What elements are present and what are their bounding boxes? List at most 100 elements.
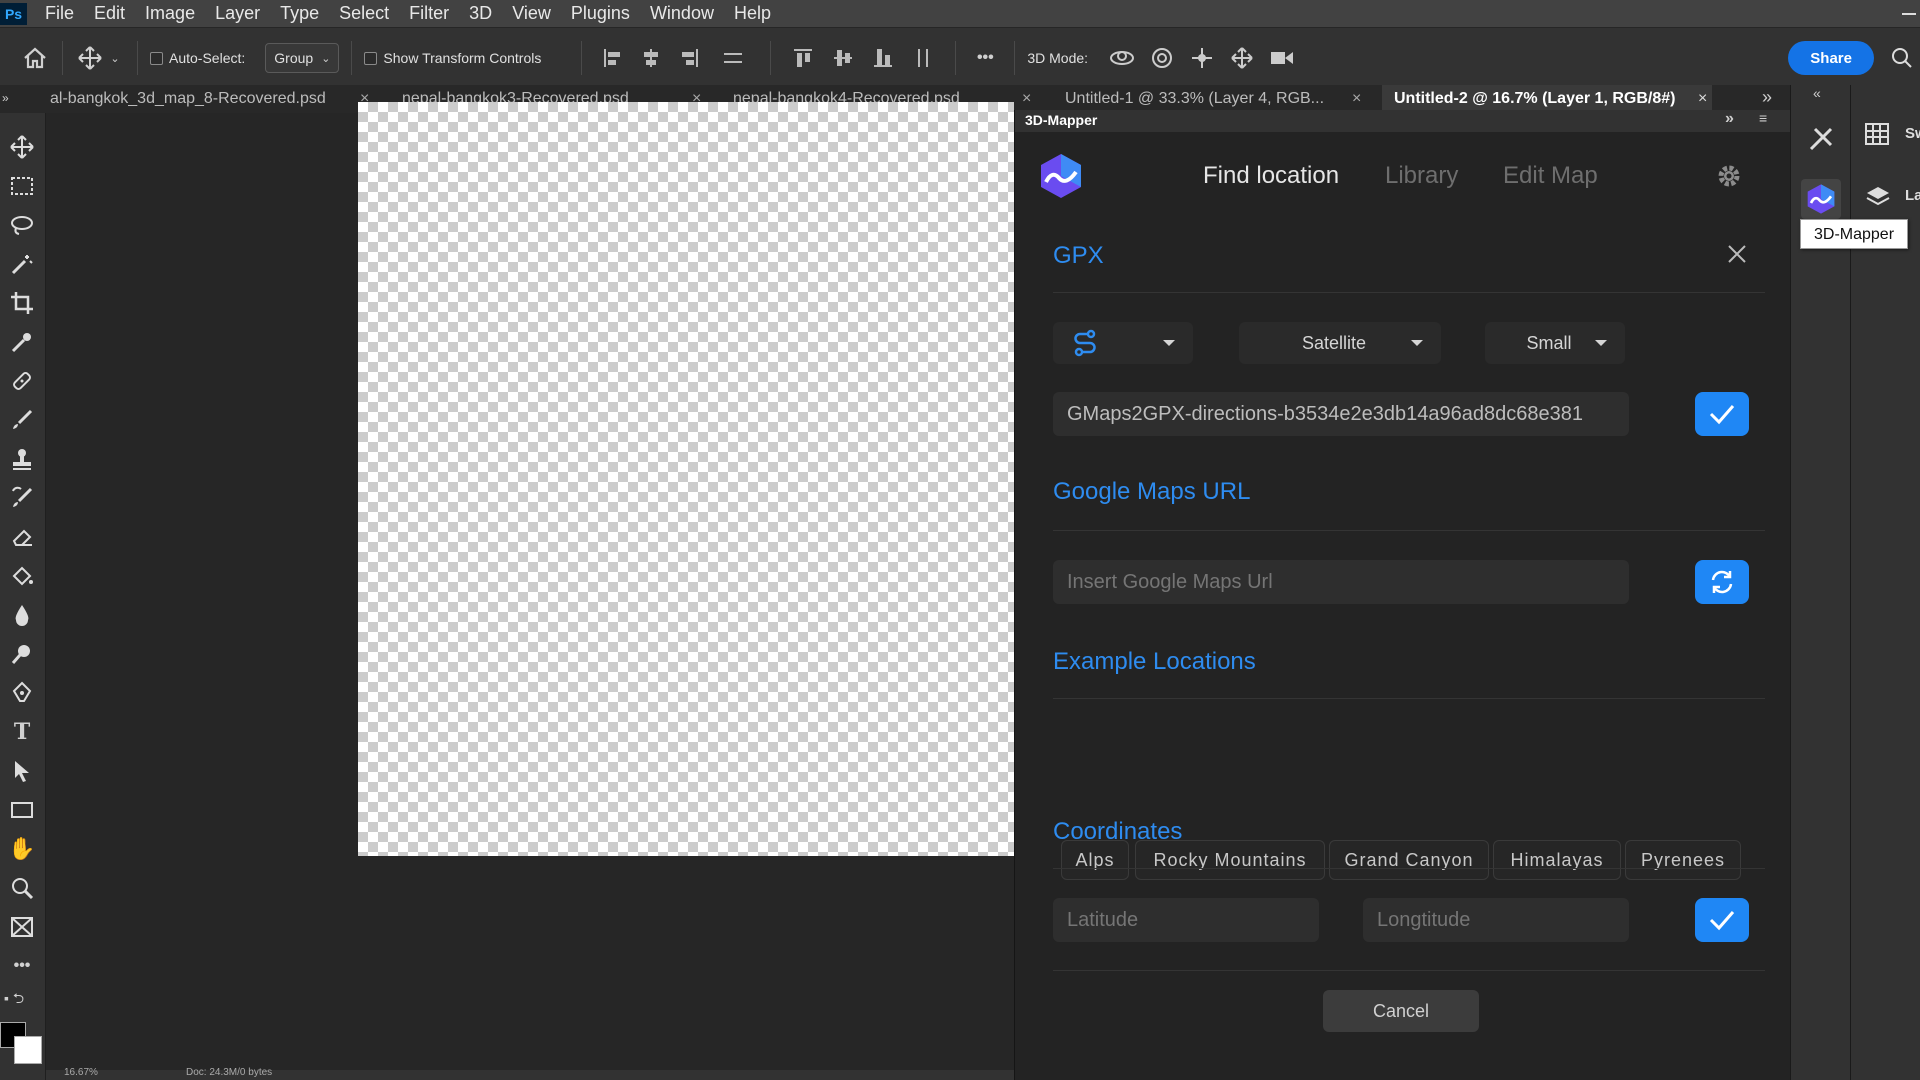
pen-tool-icon[interactable] — [6, 677, 38, 709]
panel-menu-icon[interactable]: ≡ — [1759, 110, 1767, 126]
align-left-icon[interactable] — [594, 47, 632, 69]
route-icon — [1071, 329, 1099, 357]
tab-doc-active[interactable]: Untitled-2 @ 16.7% (Layer 1, RGB/8#) — [1382, 85, 1712, 113]
3d-mapper-dock-icon[interactable] — [1801, 179, 1841, 219]
close-icon[interactable]: × — [1352, 85, 1361, 113]
path-selection-tool-icon[interactable] — [6, 755, 38, 787]
swatches-label[interactable]: Sw — [1905, 125, 1920, 142]
blur-tool-icon[interactable] — [6, 599, 38, 631]
close-icon[interactable]: × — [1698, 85, 1707, 113]
route-type-dropdown[interactable] — [1053, 322, 1193, 364]
distribute-horizontal-icon[interactable] — [708, 47, 758, 69]
brush-tool-icon[interactable] — [6, 404, 38, 436]
move-tool-icon[interactable] — [75, 45, 105, 71]
dock-collapse-icon[interactable]: « — [1813, 85, 1821, 101]
tabs-overflow-icon[interactable]: » — [1762, 87, 1772, 108]
auto-select-group-dropdown[interactable]: Group ⌄ — [265, 43, 340, 73]
minimize-icon[interactable] — [1902, 12, 1916, 15]
search-icon[interactable] — [1884, 47, 1920, 69]
tab-doc-1[interactable]: al-bangkok_3d_map_8-Recovered.psd — [50, 85, 350, 113]
example-chip-rocky-mountains[interactable]: Rocky Mountains — [1135, 840, 1325, 880]
example-chip-pyrenees[interactable]: Pyrenees — [1625, 840, 1741, 880]
move-tool-icon[interactable] — [6, 131, 38, 163]
layers-icon[interactable] — [1865, 185, 1891, 209]
chevron-down-icon: ⌄ — [321, 52, 331, 65]
dodge-tool-icon[interactable] — [6, 638, 38, 670]
type-tool-icon[interactable]: T — [6, 716, 38, 748]
swap-colors-icon[interactable]: ▪ ⮌ — [0, 990, 46, 1010]
slide-3d-icon[interactable] — [1222, 46, 1262, 70]
latitude-input[interactable] — [1053, 898, 1319, 942]
example-chip-himalayas[interactable]: Himalayas — [1493, 840, 1621, 880]
eyedropper-tool-icon[interactable] — [6, 326, 38, 358]
menu-type[interactable]: Type — [270, 0, 329, 27]
cancel-button[interactable]: Cancel — [1323, 990, 1479, 1032]
tab-edit-map[interactable]: Edit Map — [1503, 162, 1598, 190]
google-maps-url-input[interactable] — [1053, 560, 1629, 604]
align-top-icon[interactable] — [783, 47, 823, 69]
example-chip-grand-canyon[interactable]: Grand Canyon — [1329, 840, 1489, 880]
gear-icon[interactable] — [1715, 162, 1743, 190]
chevron-down-icon[interactable]: ⌄ — [105, 52, 125, 65]
hand-tool-icon[interactable]: ✋ — [6, 833, 38, 865]
gpx-file-field[interactable]: GMaps2GPX-directions-b3534e2e3db14a96ad8… — [1053, 392, 1629, 436]
tab-doc-4[interactable]: Untitled-1 @ 33.3% (Layer 4, RGB... — [1065, 85, 1345, 113]
coordinates-confirm-button[interactable] — [1695, 898, 1749, 942]
lasso-tool-icon[interactable] — [6, 209, 38, 241]
home-icon[interactable] — [20, 46, 50, 70]
healing-brush-tool-icon[interactable] — [6, 365, 38, 397]
menu-filter[interactable]: Filter — [399, 0, 459, 27]
menu-layer[interactable]: Layer — [205, 0, 270, 27]
panel-collapse-icon[interactable]: » — [1725, 110, 1734, 128]
menu-help[interactable]: Help — [724, 0, 781, 27]
eraser-tool-icon[interactable] — [6, 521, 38, 553]
roll-3d-icon[interactable] — [1142, 46, 1182, 70]
size-dropdown[interactable]: Small — [1485, 322, 1625, 364]
align-right-icon[interactable] — [670, 47, 708, 69]
auto-select-checkbox[interactable] — [150, 51, 163, 65]
refresh-button[interactable] — [1695, 560, 1749, 604]
marquee-tool-icon[interactable] — [6, 170, 38, 202]
close-icon[interactable] — [1725, 242, 1749, 266]
crop-tool-icon[interactable] — [6, 287, 38, 319]
zoom-tool-icon[interactable] — [6, 872, 38, 904]
magic-wand-tool-icon[interactable] — [6, 248, 38, 280]
camera-3d-icon[interactable] — [1262, 48, 1302, 68]
background-color-swatch[interactable] — [14, 1036, 42, 1064]
menu-plugins[interactable]: Plugins — [561, 0, 640, 27]
stamp-tool-icon[interactable] — [6, 443, 38, 475]
longitude-input[interactable] — [1363, 898, 1629, 942]
menu-3d[interactable]: 3D — [459, 0, 502, 27]
align-middle-icon[interactable] — [823, 47, 863, 69]
tab-library[interactable]: Library — [1385, 162, 1458, 190]
example-chip-alps[interactable]: Alps — [1061, 840, 1129, 880]
layers-label[interactable]: La — [1905, 187, 1920, 204]
close-icon[interactable]: × — [1022, 85, 1031, 113]
menu-edit[interactable]: Edit — [84, 0, 135, 27]
history-brush-tool-icon[interactable] — [6, 482, 38, 514]
align-center-icon[interactable] — [632, 47, 670, 69]
swatches-icon[interactable] — [1865, 123, 1889, 145]
gpx-confirm-button[interactable] — [1695, 392, 1749, 436]
align-bottom-icon[interactable] — [863, 47, 903, 69]
share-button[interactable]: Share — [1788, 41, 1874, 75]
distribute-vertical-icon[interactable] — [903, 47, 943, 69]
tab-find-location[interactable]: Find location — [1203, 162, 1339, 190]
tools-preset-icon[interactable] — [1805, 123, 1837, 155]
frame-tool-icon[interactable] — [6, 911, 38, 943]
more-tools-icon[interactable]: ••• — [6, 950, 38, 982]
more-options-icon[interactable]: ••• — [968, 49, 1002, 67]
orbit-3d-icon[interactable] — [1102, 47, 1142, 69]
rectangle-tool-icon[interactable] — [6, 794, 38, 826]
menu-view[interactable]: View — [502, 0, 561, 27]
menu-file[interactable]: File — [35, 0, 84, 27]
menu-window[interactable]: Window — [640, 0, 724, 27]
paint-bucket-tool-icon[interactable] — [6, 560, 38, 592]
document-canvas[interactable] — [358, 102, 1014, 856]
transform-controls-checkbox[interactable] — [364, 51, 378, 65]
map-type-dropdown[interactable]: Satellite — [1239, 322, 1441, 364]
pan-3d-icon[interactable] — [1182, 46, 1222, 70]
tabs-expand-icon[interactable]: » — [2, 91, 9, 105]
menu-image[interactable]: Image — [135, 0, 205, 27]
menu-select[interactable]: Select — [329, 0, 399, 27]
